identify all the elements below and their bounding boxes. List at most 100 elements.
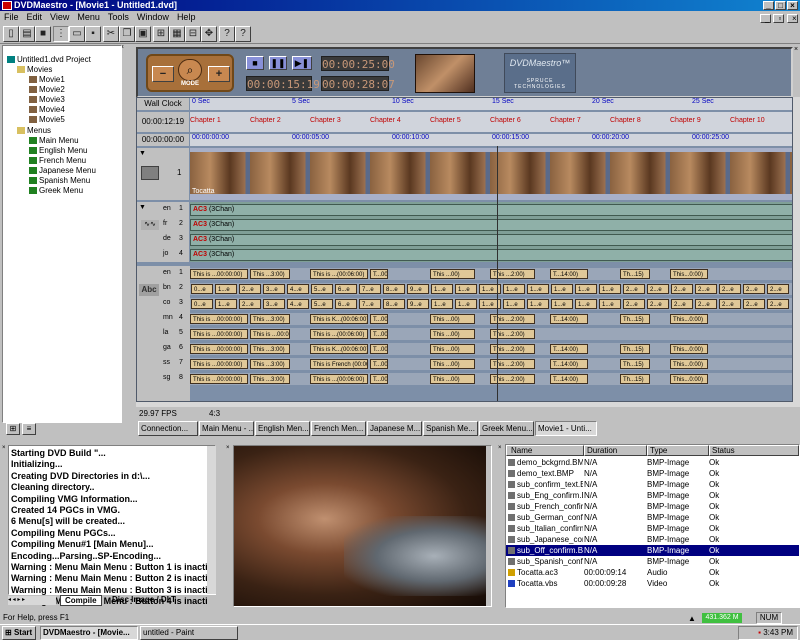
chapter-marker[interactable]: Chapter 10 — [730, 117, 765, 124]
tree-movie-1[interactable]: Movie1 — [29, 75, 65, 84]
subtitle-cell[interactable]: 1...e — [503, 299, 525, 309]
chapter-marker[interactable]: Chapter 9 — [670, 117, 701, 124]
subtitle-cell[interactable]: 2...e — [695, 284, 717, 294]
subtitle-cell[interactable]: This ...00) — [430, 314, 475, 324]
chapter-marker[interactable]: Chapter 6 — [490, 117, 521, 124]
tab-movie1[interactable]: Movie1 - Unti... — [535, 421, 597, 436]
subtitle-cell[interactable]: This...0:00) — [670, 314, 708, 324]
save-project-icon[interactable]: ▪ — [85, 26, 101, 42]
subtitle-cell[interactable]: This is ...00:00:00) — [190, 329, 248, 339]
tree-menu-greek[interactable]: Greek Menu — [29, 186, 83, 195]
tab-disc-image[interactable]: Disc Image / DLT — [110, 595, 178, 604]
subtitle-cell[interactable]: This ...3:00) — [250, 374, 290, 384]
step-forward-button[interactable]: ▶❚ — [292, 56, 312, 70]
mdi-close-button[interactable]: × — [787, 14, 798, 23]
subtitle-cell[interactable]: This...0:00) — [670, 374, 708, 384]
chapter-marker[interactable]: Chapter 7 — [550, 117, 581, 124]
subtitle-cell[interactable]: This ...3:00) — [250, 269, 290, 279]
subtitle-track-row[interactable]: 0...e 1...e 2...e 3...e 4...e 5...e 6...e 7...e… — [190, 283, 792, 295]
subtitle-cell[interactable]: T...00) — [370, 269, 388, 279]
magnifier-icon[interactable]: ⌕ — [178, 59, 202, 81]
subtitle-cell[interactable]: T...14:00) — [550, 344, 588, 354]
col-name[interactable]: Name — [506, 445, 584, 456]
tab-english-menu[interactable]: English Men... — [255, 421, 310, 436]
grid-icon[interactable]: ▦ — [169, 26, 185, 42]
col-type[interactable]: Type — [647, 445, 709, 456]
subtitle-cell[interactable]: 1...e — [551, 299, 573, 309]
subtitle-cell[interactable]: 2...e — [743, 284, 765, 294]
assets-close-button[interactable]: × — [498, 445, 504, 465]
subtitle-cell[interactable]: This ...3:00) — [250, 359, 290, 369]
preview-scroll[interactable] — [486, 446, 491, 606]
tab-japanese-menu[interactable]: Japanese M... — [367, 421, 422, 436]
menu-window[interactable]: Window — [133, 11, 173, 24]
subtitle-cell[interactable]: 1...e — [575, 284, 597, 294]
tree-movies-folder[interactable]: Movies — [17, 65, 52, 74]
subtitle-cell[interactable]: 5...e — [311, 299, 333, 309]
audio-clip[interactable]: AC3 (3Chan) — [190, 204, 792, 216]
subtitle-cell[interactable]: This ...00) — [430, 374, 475, 384]
subtitle-cell[interactable]: 2...e — [695, 299, 717, 309]
subtitle-cell[interactable]: This is ...(00:06:00) — [310, 269, 368, 279]
chapter-marker[interactable]: Chapter 2 — [250, 117, 281, 124]
timeline-hscroll[interactable] — [136, 402, 800, 407]
collapse-icon[interactable]: ▼ — [139, 150, 146, 157]
subtitle-cell[interactable]: This ...3:00) — [250, 314, 290, 324]
subtitle-cell[interactable]: 2...e — [767, 299, 789, 309]
copy-icon[interactable]: ❐ — [119, 26, 135, 42]
subtitle-cell[interactable]: This ...3:00) — [250, 344, 290, 354]
subtitle-cell[interactable]: 2...e — [239, 284, 261, 294]
tree-movie-3[interactable]: Movie3 — [29, 95, 65, 104]
tree-movie-5[interactable]: Movie5 — [29, 115, 65, 124]
subtitle-cell[interactable]: 1...e — [455, 284, 477, 294]
chapter-marker[interactable]: Chapter 5 — [430, 117, 461, 124]
chapter-marker[interactable]: Chapter 1 — [190, 117, 221, 124]
subtitle-cell[interactable]: 0...e — [191, 299, 213, 309]
subtitle-cell[interactable]: This is ...00:00:00) — [190, 314, 248, 324]
video-track[interactable]: Tocatta — [190, 148, 792, 200]
subtitle-cell[interactable]: 1...e — [431, 284, 453, 294]
subtitle-cell[interactable]: 1...e — [527, 284, 549, 294]
subtitle-cell[interactable]: 2...e — [623, 284, 645, 294]
subtitle-track-row[interactable]: This is ...00:00:00) This ...3:00) This is… — [190, 373, 792, 385]
asset-row[interactable]: sub_German_confirm.BMPN/A BMP-Image Ok — [506, 512, 799, 523]
save-icon[interactable]: ■ — [35, 26, 51, 42]
subtitle-cell[interactable]: 4...e — [287, 284, 309, 294]
subtitle-cell[interactable]: 2...e — [719, 284, 741, 294]
subtitle-cell[interactable]: This is K...(00:06:00) — [310, 314, 368, 324]
tab-main-menu[interactable]: Main Menu - ... — [199, 421, 254, 436]
pause-button[interactable]: ❚❚ — [269, 56, 287, 70]
subtitle-cell[interactable]: Th...15) — [620, 269, 650, 279]
mdi-restore-button[interactable]: ▫ — [773, 14, 785, 23]
asset-row[interactable]: demo_text.BMP N/A BMP-Image Ok — [506, 468, 799, 479]
subtitle-cell[interactable]: 1...e — [215, 284, 237, 294]
task-paint[interactable]: untitled - Paint — [140, 626, 238, 640]
subtitle-cell[interactable]: 2...e — [767, 284, 789, 294]
help-icon[interactable]: ? — [219, 26, 235, 42]
open-project-icon[interactable]: ▭ — [69, 26, 85, 42]
timeline-close-button[interactable]: × — [794, 46, 800, 60]
subtitle-cell[interactable]: This is K...(00:06:00) — [310, 344, 368, 354]
subtitle-cell[interactable]: 0...e — [191, 284, 213, 294]
preview-close-button[interactable]: × — [226, 445, 232, 465]
paste-icon[interactable]: ▣ — [135, 26, 151, 42]
menu-tools[interactable]: Tools — [104, 11, 133, 24]
subtitle-cell[interactable]: 5...e — [311, 284, 333, 294]
audio-clip[interactable]: AC3 (3Chan) — [190, 249, 792, 261]
tree-menu-french[interactable]: French Menu — [29, 156, 86, 165]
zoom-icon[interactable]: ⊞ — [153, 26, 169, 42]
menu-help[interactable]: Help — [173, 11, 200, 24]
subtitle-cell[interactable]: 2...e — [239, 299, 261, 309]
timeline-vscroll[interactable] — [793, 97, 800, 402]
tree-menu-english[interactable]: English Menu — [29, 146, 87, 155]
menu-file[interactable]: File — [0, 11, 23, 24]
subtitle-cell[interactable]: This is ...00:00:00) — [190, 269, 248, 279]
subtitle-cell[interactable]: 1...e — [215, 299, 237, 309]
subtitle-cell[interactable]: 8...e — [383, 284, 405, 294]
subtitle-cell[interactable]: 7...e — [359, 299, 381, 309]
tree-menu-main[interactable]: Main Menu — [29, 136, 79, 145]
start-button[interactable]: ⊞ Start — [2, 626, 36, 640]
asset-row[interactable]: Tocatta.vbs 00:00:09:28 Video Ok — [506, 578, 799, 589]
tree-project[interactable]: Untitled1.dvd Project — [7, 55, 91, 64]
asset-row[interactable]: sub_Japanese_confirm.BMPN/A BMP-Image Ok — [506, 534, 799, 545]
